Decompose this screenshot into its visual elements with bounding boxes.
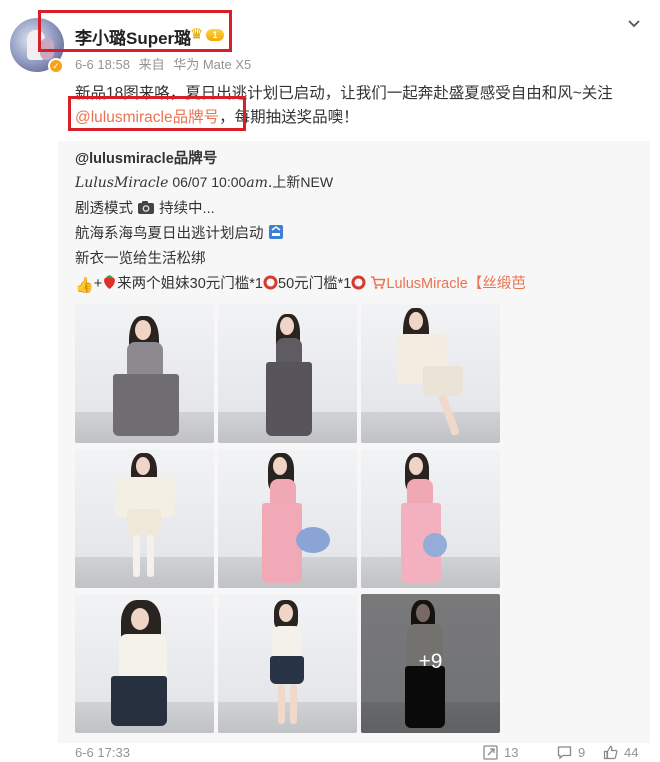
photo-skirt xyxy=(266,362,312,436)
source-prefix: 来自 xyxy=(138,57,165,72)
photo-face xyxy=(409,457,423,475)
shop-link-text: LulusMiracle【丝缎芭 xyxy=(386,276,526,292)
photo-leg xyxy=(147,535,154,577)
photo-face xyxy=(131,608,149,630)
repost-line6: 👍+ 来两个姐妹30元门槛*1 50元门槛*1 LulusMiracle【丝缎芭 xyxy=(75,272,526,294)
photo-face xyxy=(135,320,151,340)
photo-grid: +9 xyxy=(75,304,501,734)
coupon-50: 50元门槛*1 xyxy=(278,276,352,292)
plus-sign: + xyxy=(93,276,103,292)
ring-icon-2 xyxy=(351,275,366,290)
source-device: 华为 Mate X5 xyxy=(173,57,252,72)
verified-icon: ✓ xyxy=(48,58,64,74)
shop-link[interactable]: LulusMiracle【丝缎芭 xyxy=(370,276,526,292)
repost-card[interactable]: @lulusmiracle品牌号 LulusMiracle 06/07 10:0… xyxy=(58,141,650,743)
photo-top xyxy=(119,634,167,680)
photo-skirt xyxy=(423,366,463,396)
photo-floor xyxy=(218,702,357,733)
photo-top xyxy=(272,626,302,660)
comment-button[interactable]: 9 xyxy=(557,745,585,762)
photo-thumbnail[interactable] xyxy=(75,594,214,733)
camera-icon xyxy=(138,201,155,214)
photo-skirt xyxy=(113,374,179,436)
repost-line4-text: 航海系海鸟夏日出逃计划启动 xyxy=(75,226,264,242)
repost-line4: 航海系海鸟夏日出逃计划启动 xyxy=(75,222,284,243)
repost-line3: 剧透模式 持续中... xyxy=(75,197,215,218)
photo-thumbnail-more[interactable]: +9 xyxy=(361,594,500,733)
photo-thumbnail[interactable] xyxy=(361,449,500,588)
photo-top xyxy=(270,479,296,505)
mention-highlight-box xyxy=(68,96,246,131)
post-footer: 6-6 17:33 13 9 44 xyxy=(75,745,650,762)
repost-line2: LulusMiracle 06/07 10:00am.上新NEW xyxy=(75,172,333,192)
repost-line5: 新衣一览给生活松绑 xyxy=(75,251,206,267)
share-icon xyxy=(483,745,498,760)
photo-bag xyxy=(423,533,447,557)
repost-author[interactable]: @lulusmiracle品牌号 xyxy=(75,147,217,168)
coupon-30: 来两个姐妹30元门槛*1 xyxy=(117,276,263,292)
username-highlight-box xyxy=(38,10,232,52)
repost-date[interactable]: 6-6 17:33 xyxy=(75,745,130,760)
post-date[interactable]: 6-6 18:58 xyxy=(75,57,130,72)
strawberry-icon xyxy=(104,275,116,289)
photo-top xyxy=(276,338,302,364)
photo-thumbnail[interactable] xyxy=(361,304,500,443)
release-ampm: am. xyxy=(246,175,273,191)
photo-thumbnail[interactable] xyxy=(218,304,357,443)
photo-floor xyxy=(75,557,214,588)
comment-count: 9 xyxy=(578,745,586,760)
photo-face xyxy=(136,457,150,475)
repost-line3-rest: 持续中... xyxy=(159,201,215,217)
repost-line3-text: 剧透模式 xyxy=(75,201,133,217)
photo-top xyxy=(407,479,433,505)
photo-leg xyxy=(278,684,285,724)
photo-face xyxy=(280,317,294,335)
photo-leg xyxy=(290,684,297,724)
photo-skirt xyxy=(270,656,304,684)
photo-floor xyxy=(361,412,500,443)
photo-skirt xyxy=(127,509,161,535)
ring-icon xyxy=(263,275,278,290)
photo-face xyxy=(409,312,423,330)
thumbs-up-icon xyxy=(603,745,618,760)
comment-icon xyxy=(557,746,572,760)
cart-icon xyxy=(371,276,386,289)
photo-skirt xyxy=(111,676,167,726)
photo-thumbnail[interactable] xyxy=(218,449,357,588)
photo-top xyxy=(127,342,163,376)
weibo-post: ✓ 李小璐Super璐 ♛ 1 6-6 18:58 来自 华为 Mate X5 … xyxy=(0,0,660,762)
thumbs-up-icon: 👍 xyxy=(75,277,94,294)
post-meta: 6-6 18:58 来自 华为 Mate X5 xyxy=(75,54,256,73)
photo-face xyxy=(279,604,293,622)
repost-button[interactable]: 13 xyxy=(483,745,518,762)
photo-leg xyxy=(133,535,140,577)
release-time: 06/07 10:00 xyxy=(168,174,247,190)
like-count: 44 xyxy=(624,745,639,760)
repost-count: 13 xyxy=(504,745,519,760)
photo-bag xyxy=(296,527,330,553)
like-button[interactable]: 44 xyxy=(603,745,638,762)
info-square-icon xyxy=(268,225,283,239)
photo-thumbnail[interactable] xyxy=(75,304,214,443)
photo-face xyxy=(273,457,287,475)
release-new: 上新NEW xyxy=(272,174,334,190)
chevron-down-icon[interactable] xyxy=(626,16,642,32)
photo-thumbnail[interactable] xyxy=(218,594,357,733)
photo-thumbnail[interactable] xyxy=(75,449,214,588)
brand-name: LulusMiracle xyxy=(75,175,169,191)
more-photos-count: +9 xyxy=(418,650,443,673)
